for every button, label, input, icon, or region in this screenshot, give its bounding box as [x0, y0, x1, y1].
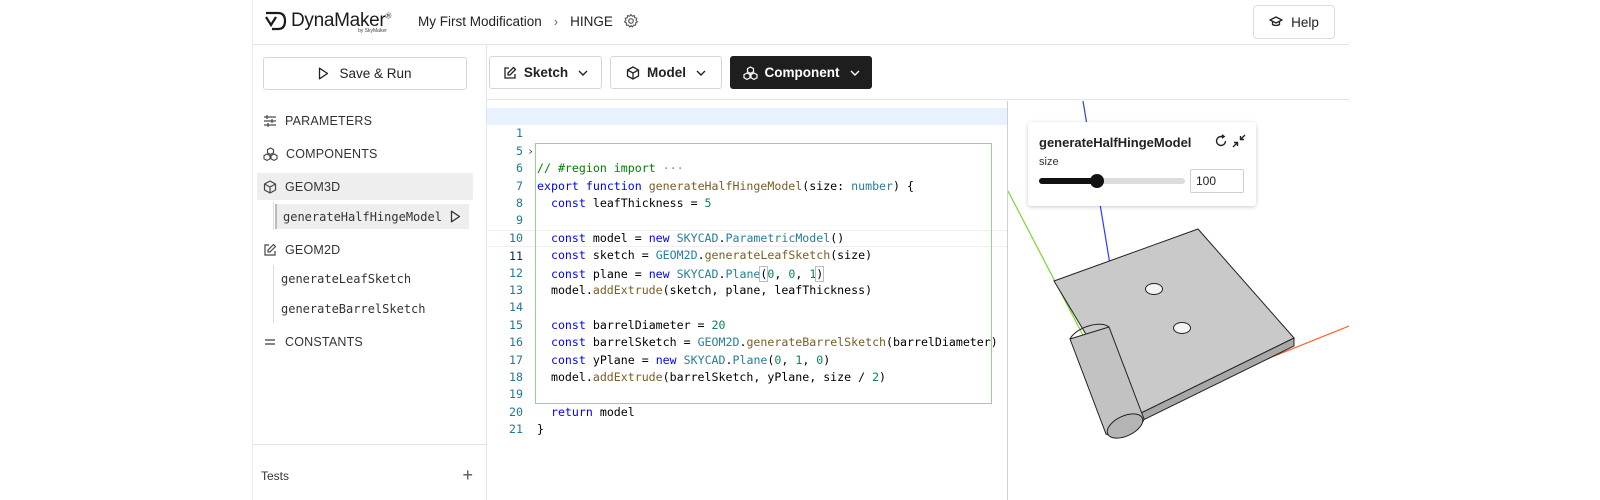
editor-toolbar: Sketch Model Component [487, 45, 1349, 100]
size-param-label: size [1039, 156, 1059, 168]
code-line[interactable]: 18 [487, 352, 1007, 384]
sketch-dropdown-button[interactable]: Sketch [489, 56, 602, 89]
edit-square-icon [264, 243, 277, 256]
code-line[interactable]: 12 model.addExtrude(sketch, plane, leafT… [487, 247, 1007, 297]
left-sidebar: Save & Run PARAMETERS COMPONENTS GEOM3D … [253, 45, 487, 500]
model-dropdown-button[interactable]: Model [610, 56, 722, 89]
sidebar-item-constants[interactable]: CONSTANTS [257, 328, 473, 355]
breadcrumb-project[interactable]: My First Modification [418, 14, 542, 29]
play-icon [319, 67, 329, 80]
sidebar-item-parameters[interactable]: PARAMETERS [257, 107, 473, 134]
logo-subtitle: by SkyMaker [358, 28, 387, 34]
sliders-icon [264, 114, 276, 127]
component-label: Component [764, 65, 840, 80]
cube-icon [263, 179, 277, 194]
chevron-down-icon [850, 70, 859, 76]
chevron-right-icon: › [553, 13, 559, 29]
plus-icon[interactable]: + [462, 465, 473, 486]
sidebar-item-label: GEOM3D [285, 179, 341, 194]
model-label: Model [647, 65, 686, 80]
list-item-generate-half-hinge-model[interactable]: generateHalfHingeModel [275, 204, 469, 229]
code-editor[interactable]: 1 › // #region import ··· 5 6 export fun… [487, 101, 1008, 500]
code-text: } [537, 422, 544, 437]
line-number: 21 [509, 422, 523, 437]
code-line[interactable]: 6 export function generateHalfHingeModel… [487, 143, 1007, 192]
slider-fill [1039, 178, 1098, 184]
3d-viewer[interactable]: generateHalfHingeModel size 100 [1008, 101, 1349, 500]
gear-icon[interactable] [623, 13, 639, 29]
size-slider[interactable] [1039, 174, 1185, 188]
components-icon [742, 65, 758, 80]
breadcrumb-component[interactable]: HINGE [570, 14, 613, 29]
code-line[interactable]: 1 › // #region import ··· [487, 108, 1007, 175]
list-item-generate-leaf-sketch[interactable]: generateLeafSketch [275, 266, 469, 291]
parameter-panel: generateHalfHingeModel size 100 [1028, 122, 1256, 206]
code-line[interactable]: 15 const barrelSketch = GEOM2D.generateB… [487, 299, 1007, 349]
sidebar-item-geom2d[interactable]: GEOM2D [257, 236, 473, 263]
dynamaker-logo[interactable]: DynaMaker® by SkyMaker [263, 9, 391, 34]
sidebar-item-label: GEOM2D [285, 242, 341, 257]
tests-label: Tests [261, 469, 290, 483]
edit-square-icon [504, 66, 517, 79]
list-item-label: generateLeafSketch [281, 271, 412, 286]
sidebar-item-components[interactable]: COMPONENTS [257, 140, 473, 167]
graduation-cap-icon [1269, 16, 1283, 27]
tests-section: Tests + [253, 444, 487, 500]
collapse-icon[interactable] [1232, 134, 1246, 148]
help-label: Help [1291, 14, 1319, 30]
play-icon[interactable] [450, 210, 461, 223]
chevron-down-icon [578, 70, 588, 76]
code-line-current[interactable]: 11 const plane = new SKYCAD.Plane(0, 0, … [487, 229, 1007, 282]
code-line[interactable]: 17 model.addExtrude(barrelSketch, yPlane… [487, 334, 1007, 384]
tree-line [273, 202, 274, 230]
code-line[interactable]: 13 [487, 265, 1007, 297]
code-line[interactable]: 20 } [487, 386, 1007, 436]
code-line[interactable]: 7 const leafThickness = 5 [487, 160, 1007, 210]
code-line[interactable]: 14 const barrelDiameter = 20 [487, 282, 1007, 331]
slider-handle[interactable] [1090, 174, 1105, 188]
components-icon [263, 146, 278, 161]
save-run-label: Save & Run [339, 66, 412, 81]
code-line[interactable]: 8 [487, 178, 1007, 210]
reset-icon[interactable] [1214, 134, 1228, 148]
breadcrumb: My First Modification › HINGE [418, 13, 639, 29]
sketch-label: Sketch [523, 65, 569, 80]
sidebar-item-geom3d[interactable]: GEOM3D [257, 173, 473, 200]
list-item-generate-barrel-sketch[interactable]: generateBarrelSketch [275, 296, 469, 321]
equals-icon [265, 338, 275, 345]
code-line[interactable]: 16 const yPlane = new SKYCAD.Plane(0, 1,… [487, 317, 1007, 366]
code-line[interactable]: 21 [487, 404, 1007, 436]
size-input[interactable]: 100 [1190, 169, 1244, 193]
list-item-label: generateHalfHingeModel [283, 209, 442, 224]
panel-icons [1210, 134, 1246, 148]
sidebar-item-label: COMPONENTS [286, 146, 378, 161]
code-line[interactable]: 19 return model [487, 369, 1007, 418]
component-dropdown-button[interactable]: Component [730, 56, 872, 89]
list-item-label: generateBarrelSketch [281, 301, 426, 316]
top-header: DynaMaker® by SkyMaker My First Modifica… [253, 0, 1349, 45]
code-line[interactable]: 9 const model = new SKYCAD.ParametricMod… [487, 195, 1007, 244]
chevron-down-icon [696, 70, 706, 76]
sidebar-item-label: CONSTANTS [285, 334, 363, 349]
parameter-panel-title: generateHalfHingeModel [1039, 135, 1192, 150]
dynamaker-logo-icon [263, 9, 287, 33]
code-line[interactable]: 10 const sketch = GEOM2D.generateLeafSke… [487, 212, 1007, 262]
code-line[interactable]: 5 [487, 125, 1007, 158]
save-run-button[interactable]: Save & Run [263, 57, 467, 90]
tree-line [273, 265, 274, 323]
app-window: DynaMaker® by SkyMaker My First Modifica… [252, 0, 1349, 500]
cube-icon [626, 65, 640, 80]
sidebar-item-label: PARAMETERS [285, 113, 373, 128]
help-button[interactable]: Help [1253, 5, 1335, 39]
